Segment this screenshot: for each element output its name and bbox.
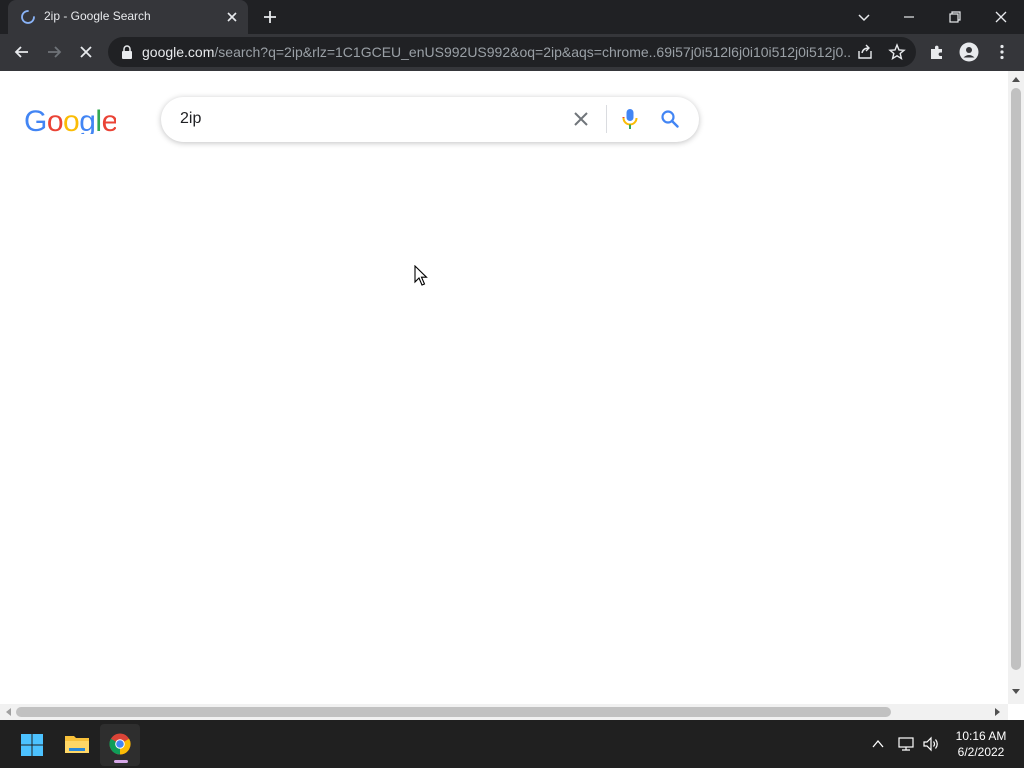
horizontal-scroll-thumb[interactable] <box>16 707 891 717</box>
search-divider <box>606 105 607 133</box>
google-logo[interactable]: Google <box>24 102 116 134</box>
file-explorer-folder-icon[interactable] <box>64 732 90 756</box>
mouse-cursor-icon <box>414 265 428 286</box>
windows-start-icon[interactable] <box>20 733 44 757</box>
volume-speaker-icon[interactable] <box>922 735 940 753</box>
search-magnifier-icon[interactable] <box>660 109 680 129</box>
search-input[interactable] <box>180 108 560 130</box>
back-arrow-icon[interactable] <box>12 42 32 62</box>
new-tab-icon[interactable] <box>261 8 279 26</box>
scroll-up-arrow-icon[interactable] <box>1011 75 1021 83</box>
share-icon[interactable] <box>856 43 874 61</box>
microphone-icon[interactable] <box>620 108 640 130</box>
scroll-left-arrow-icon[interactable] <box>4 707 12 717</box>
menu-kebab-icon[interactable] <box>994 43 1010 61</box>
loading-spinner-icon <box>21 10 35 24</box>
clock-date[interactable]: 6/2/2022 <box>950 745 1012 759</box>
clear-search-icon[interactable] <box>571 109 591 129</box>
chrome-icon[interactable] <box>109 733 131 755</box>
stop-loading-icon[interactable] <box>76 42 96 62</box>
tab-close-icon[interactable] <box>224 9 240 25</box>
forward-arrow-icon[interactable] <box>44 42 64 62</box>
url-host: google.com <box>142 44 215 60</box>
bookmark-star-icon[interactable] <box>888 43 906 61</box>
url-text[interactable]: google.com/search?q=2ip&rlz=1C1GCEU_enUS… <box>142 44 850 60</box>
tab-title: 2ip - Google Search <box>44 9 151 23</box>
window-restore-icon[interactable] <box>946 8 964 26</box>
scroll-down-arrow-icon[interactable] <box>1011 688 1021 696</box>
scroll-right-arrow-icon[interactable] <box>994 707 1002 717</box>
svg-text:Google: Google <box>24 105 116 134</box>
tray-chevron-up-icon[interactable] <box>871 737 885 751</box>
extensions-puzzle-icon[interactable] <box>928 43 946 61</box>
profile-person-icon[interactable] <box>959 42 979 62</box>
vertical-scroll-thumb[interactable] <box>1011 88 1021 670</box>
lock-icon[interactable] <box>120 44 134 60</box>
page-content <box>0 71 1008 704</box>
clock-time[interactable]: 10:16 AM <box>950 729 1012 743</box>
tab-search-chevron-icon[interactable] <box>855 8 873 26</box>
url-path: /search?q=2ip&rlz=1C1GCEU_enUS992US992&o… <box>214 44 850 60</box>
active-app-indicator <box>114 760 128 763</box>
window-minimize-icon[interactable] <box>900 8 918 26</box>
window-close-icon[interactable] <box>992 8 1010 26</box>
network-icon[interactable] <box>897 735 915 753</box>
